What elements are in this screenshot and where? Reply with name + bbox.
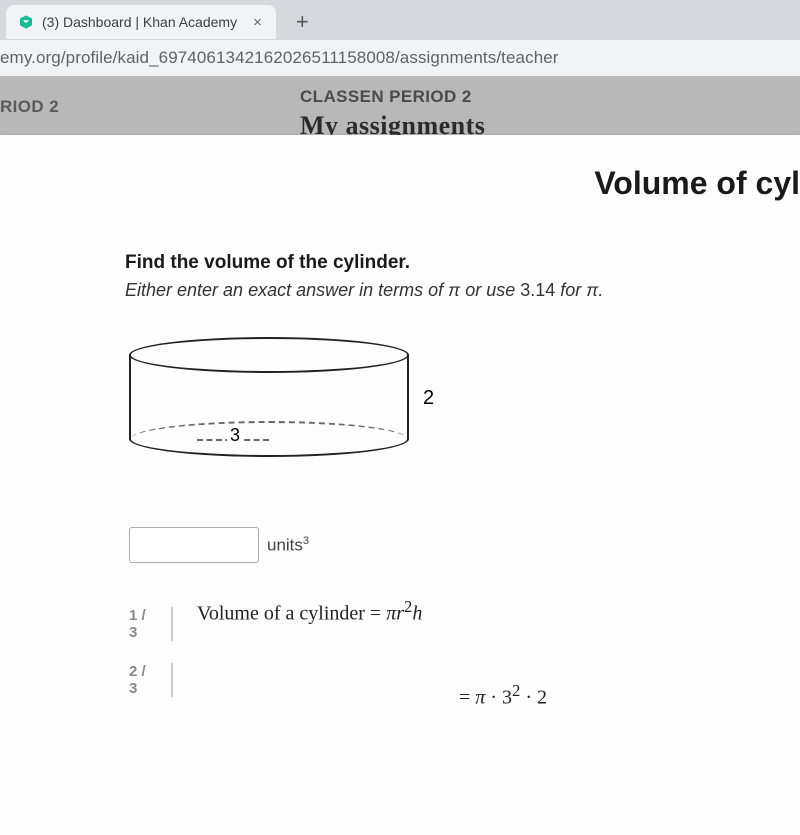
page-title: Volume of cyl bbox=[0, 165, 800, 252]
tab-title: (3) Dashboard | Khan Academy bbox=[42, 14, 237, 30]
question-prompt: Find the volume of the cylinder. bbox=[125, 252, 780, 274]
browser-tab-bar: (3) Dashboard | Khan Academy × + bbox=[0, 0, 800, 40]
url-text: emy.org/profile/kaid_6974061342162026511… bbox=[0, 48, 800, 68]
browser-tab[interactable]: (3) Dashboard | Khan Academy × bbox=[6, 5, 276, 39]
hint-text-1: Volume of a cylinder = πr2h bbox=[197, 597, 422, 626]
cylinder-diagram: 3 2 bbox=[129, 337, 469, 477]
class-header: RIOD 2 CLASSEN PERIOD 2 My assignments bbox=[0, 77, 800, 137]
breadcrumb-left: RIOD 2 bbox=[0, 91, 59, 117]
hint-step-1: 1 / 3 bbox=[129, 607, 173, 641]
height-label: 2 bbox=[423, 387, 434, 410]
radius-label: 3 bbox=[227, 425, 243, 446]
answer-input[interactable] bbox=[129, 527, 259, 563]
khan-favicon bbox=[18, 14, 34, 30]
breadcrumb-center: CLASSEN PERIOD 2 bbox=[300, 87, 472, 107]
hint-step-2: 2 / 3 bbox=[129, 663, 173, 697]
close-icon[interactable]: × bbox=[251, 14, 264, 31]
question-instruction: Either enter an exact answer in terms of… bbox=[125, 280, 780, 301]
hint-text-2-spacer bbox=[197, 659, 202, 682]
exercise-card: Volume of cyl Find the volume of the cyl… bbox=[0, 135, 800, 835]
address-bar[interactable]: emy.org/profile/kaid_6974061342162026511… bbox=[0, 40, 800, 76]
hints-block: 1 / 3 Volume of a cylinder = πr2h 2 / 3 … bbox=[129, 597, 780, 709]
new-tab-button[interactable]: + bbox=[290, 9, 315, 35]
hint-text-2: = π · 32 · 2 bbox=[129, 681, 780, 710]
units-label: units3 bbox=[267, 535, 309, 556]
